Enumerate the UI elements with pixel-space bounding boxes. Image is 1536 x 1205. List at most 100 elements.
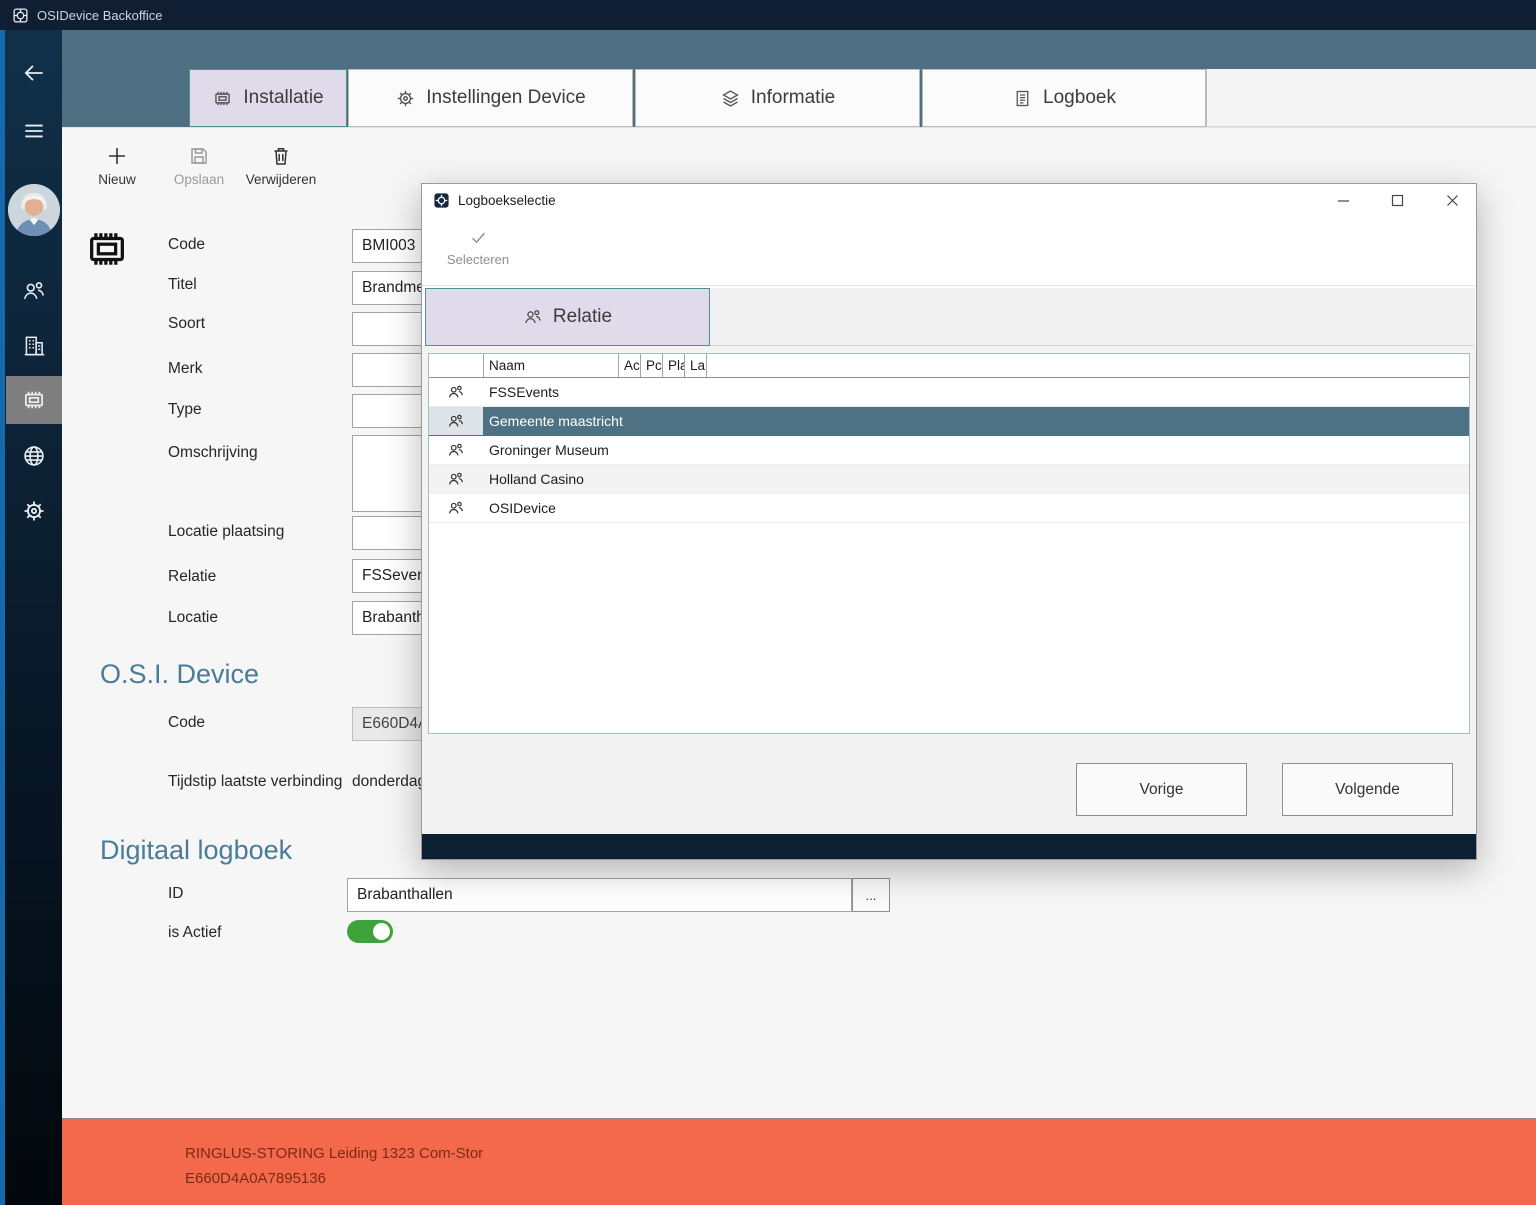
- alert-line1: RINGLUS-STORING Leiding 1323 Com-Stor: [185, 1145, 483, 1162]
- sidebar-item-web[interactable]: [6, 434, 62, 478]
- chip-icon: [212, 88, 233, 109]
- globe-icon: [21, 443, 47, 469]
- verbinding-value: donderdag: [352, 773, 426, 791]
- sidebar-item-devices[interactable]: [6, 376, 62, 424]
- tab-relatie-label: Relatie: [553, 306, 612, 328]
- sidebar-accent-strip: [0, 30, 5, 1205]
- app-window: OSIDevice Backoffice: [0, 0, 1536, 1205]
- vorige-button[interactable]: Vorige: [1076, 763, 1247, 816]
- selecteren-button[interactable]: Selecteren: [440, 228, 516, 267]
- is-actief-label: is Actief: [168, 924, 221, 942]
- minimize-icon: [1337, 194, 1350, 207]
- row-name: Gemeente maastricht: [483, 413, 623, 429]
- maximize-button[interactable]: [1382, 188, 1412, 212]
- nieuw-button[interactable]: Nieuw: [87, 144, 147, 187]
- opslaan-label: Opslaan: [174, 172, 224, 187]
- verbinding-label: Tijdstip laatste verbinding: [168, 773, 342, 791]
- relation-icon: [429, 470, 483, 488]
- tab-strip: Installatie Instellingen Device Informat…: [62, 69, 1536, 127]
- relation-icon: [429, 407, 483, 435]
- back-icon: [21, 60, 47, 86]
- table-row[interactable]: Groninger Museum: [429, 436, 1469, 465]
- soort-label: Soort: [168, 315, 205, 333]
- table-row[interactable]: FSSEvents: [429, 378, 1469, 407]
- table-row[interactable]: OSIDevice: [429, 494, 1469, 523]
- relations-icon: [21, 278, 47, 304]
- dialog-titlebar: Logboekselectie: [422, 184, 1476, 216]
- opslaan-button[interactable]: Opslaan: [167, 144, 231, 187]
- row-name: Groninger Museum: [483, 442, 609, 458]
- menu-button[interactable]: [6, 109, 62, 153]
- locatie-label: Locatie: [168, 609, 218, 627]
- selecteren-label: Selecteren: [447, 252, 509, 267]
- sidebar-item-buildings[interactable]: [6, 324, 62, 368]
- tab-label: Informatie: [751, 87, 835, 109]
- tab-logboek[interactable]: Logboek: [922, 69, 1206, 127]
- table-row-selected[interactable]: Gemeente maastricht: [429, 407, 1469, 436]
- alert-line2: E660D4A0A7895136: [185, 1170, 326, 1187]
- type-label: Type: [168, 401, 202, 419]
- locatie-plaatsing-label: Locatie plaatsing: [168, 523, 284, 541]
- relatie-table: Naam Ac Pc Pla La FSSEvents Gemeente maa…: [428, 353, 1470, 734]
- dialog-body: Naam Ac Pc Pla La FSSEvents Gemeente maa…: [422, 346, 1476, 836]
- digitaal-logboek-heading: Digitaal logboek: [100, 835, 292, 866]
- volgende-button[interactable]: Volgende: [1282, 763, 1453, 816]
- verwijderen-button[interactable]: Verwijderen: [237, 144, 325, 187]
- chip-icon: [21, 387, 47, 413]
- relatie-label: Relatie: [168, 568, 216, 586]
- titel-label: Titel: [168, 276, 197, 294]
- close-icon: [1446, 194, 1459, 207]
- plus-icon: [105, 144, 129, 168]
- dialog-tab-strip: Relatie: [422, 286, 1476, 346]
- header-pla[interactable]: Pla: [662, 354, 684, 377]
- osi-code-label: Code: [168, 714, 205, 732]
- dialog-tab-filler: [710, 288, 1475, 346]
- titlebar: OSIDevice Backoffice: [0, 0, 1536, 30]
- back-button[interactable]: [6, 51, 62, 95]
- tab-strip-filler: [1206, 69, 1536, 127]
- header-ac[interactable]: Ac: [618, 354, 640, 377]
- tab-instellingen-device[interactable]: Instellingen Device: [348, 69, 633, 127]
- nieuw-label: Nieuw: [98, 172, 136, 187]
- header-icon-column: [429, 354, 483, 377]
- id-input[interactable]: [347, 878, 852, 912]
- tab-label: Instellingen Device: [426, 87, 585, 109]
- trash-icon: [269, 144, 293, 168]
- gear-icon: [21, 498, 47, 524]
- header-band: [62, 30, 1536, 69]
- sidebar: [0, 30, 62, 1205]
- row-name: Holland Casino: [483, 471, 584, 487]
- relation-icon: [429, 441, 483, 459]
- is-actief-toggle[interactable]: [347, 920, 393, 943]
- buildings-icon: [21, 333, 47, 359]
- check-icon: [469, 228, 488, 247]
- toggle-knob: [373, 923, 390, 940]
- document-icon: [1012, 88, 1033, 109]
- id-browse-button[interactable]: ...: [852, 878, 890, 912]
- window-title: OSIDevice Backoffice: [37, 8, 162, 23]
- verwijderen-label: Verwijderen: [246, 172, 317, 187]
- merk-label: Merk: [168, 360, 202, 378]
- user-avatar[interactable]: [6, 182, 62, 238]
- row-name: OSIDevice: [483, 500, 556, 516]
- header-pc[interactable]: Pc: [640, 354, 662, 377]
- relation-icon: [429, 499, 483, 517]
- minimize-button[interactable]: [1328, 188, 1358, 212]
- sidebar-item-relations[interactable]: [6, 269, 62, 313]
- relations-icon: [523, 307, 543, 327]
- device-chip-icon: [84, 226, 130, 277]
- tab-installatie[interactable]: Installatie: [189, 69, 347, 127]
- tab-label: Logboek: [1043, 87, 1116, 109]
- tab-relatie[interactable]: Relatie: [425, 288, 710, 346]
- sidebar-item-settings[interactable]: [6, 489, 62, 533]
- header-naam[interactable]: Naam: [483, 354, 618, 377]
- close-button[interactable]: [1437, 188, 1467, 212]
- header-filler: [706, 354, 1469, 377]
- tab-informatie[interactable]: Informatie: [635, 69, 920, 127]
- layers-icon: [720, 88, 741, 109]
- relation-icon: [429, 383, 483, 401]
- header-la[interactable]: La: [684, 354, 706, 377]
- maximize-icon: [1391, 194, 1404, 207]
- table-row[interactable]: Holland Casino: [429, 465, 1469, 494]
- gear-icon: [395, 88, 416, 109]
